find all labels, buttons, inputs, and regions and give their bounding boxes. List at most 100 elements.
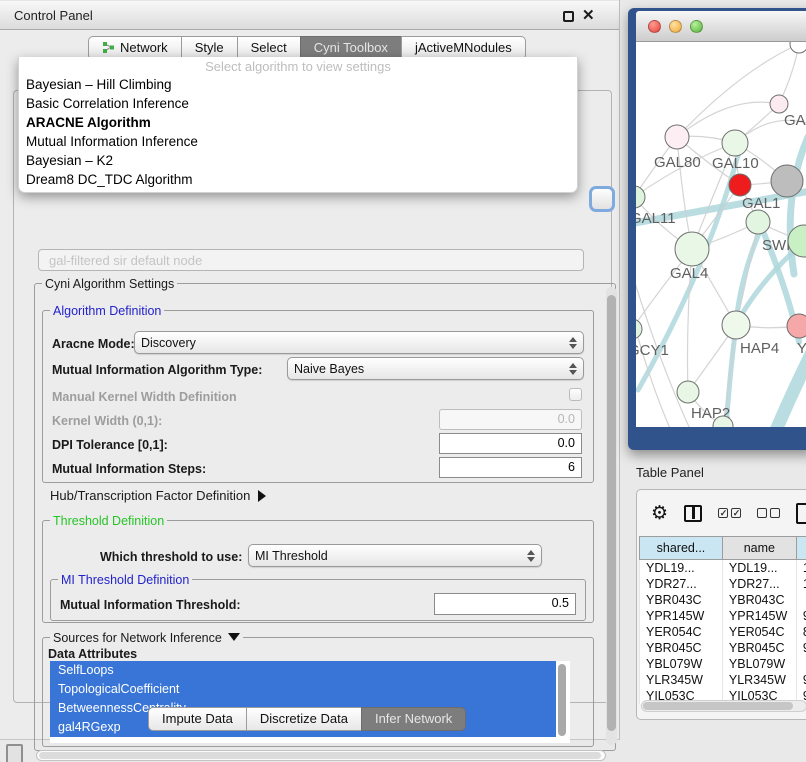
manual-kernel-width-checkbox[interactable]	[569, 388, 582, 401]
scrollbar-thumb[interactable]	[643, 702, 793, 710]
network-node-hap4[interactable]	[722, 311, 750, 339]
column-header[interactable]: shared...	[640, 537, 723, 560]
algorithm-option[interactable]: Basic Correlation Inference	[19, 94, 577, 113]
table-cell[interactable]: YLR345W	[640, 672, 723, 688]
network-source-combo[interactable]: gal-filtered sir default node	[38, 249, 584, 271]
table-row[interactable]: YBR045CYBR045C9.	[640, 640, 806, 656]
table-cell[interactable]: YBR043C	[640, 592, 723, 608]
table-cell[interactable]: YBR045C	[640, 640, 723, 656]
scrollbar-thumb[interactable]	[39, 752, 601, 759]
column-header[interactable]: A	[796, 537, 806, 560]
table-row[interactable]: YPR145WYPR145W9.	[640, 608, 806, 624]
aracne-mode-select[interactable]: Discovery	[134, 331, 584, 354]
float-window-icon[interactable]	[563, 11, 574, 22]
minimized-panel-icon[interactable]	[6, 744, 23, 762]
table-cell[interactable]: YER054C	[722, 624, 796, 640]
network-node-gal4[interactable]	[675, 232, 709, 266]
manual-kernel-width-label: Manual Kernel Width Definition	[52, 390, 237, 404]
control-panel-titlebar[interactable]: Control Panel ✕	[0, 0, 619, 30]
network-node-gcy1[interactable]	[636, 319, 642, 339]
table-row[interactable]: YDL19...YDL19...13	[640, 560, 806, 577]
mi-threshold-input[interactable]: 0.5	[434, 593, 576, 615]
scrollbar-thumb[interactable]	[607, 295, 616, 731]
select-all-icon[interactable]: ✓✓	[718, 508, 741, 518]
minimize-traffic-light-icon[interactable]	[669, 20, 682, 33]
attribute-list-item[interactable]: TopologicalCoefficient	[50, 680, 556, 699]
table-horizontal-scrollbar[interactable]	[641, 700, 806, 712]
network-node[interactable]	[771, 165, 803, 197]
settings-horizontal-scrollbar[interactable]	[36, 750, 606, 761]
table-cell[interactable]: 13	[796, 560, 806, 577]
column-browser-icon[interactable]	[684, 505, 702, 522]
export-table-icon[interactable]	[796, 503, 806, 524]
subtab-impute-data[interactable]: Impute Data	[148, 707, 247, 731]
network-node-swi4[interactable]	[746, 210, 770, 234]
column-header[interactable]: name	[722, 537, 796, 560]
table-cell[interactable]	[796, 656, 806, 672]
table-cell[interactable]: YBL079W	[722, 656, 796, 672]
network-node-gal80[interactable]	[665, 125, 689, 149]
network-node-hap2[interactable]	[677, 381, 699, 403]
table-row[interactable]: YLR345WYLR345W9.	[640, 672, 806, 688]
algorithm-option[interactable]: Bayesian – Hill Climbing	[19, 75, 577, 94]
table-row[interactable]: YBR043CYBR043C	[640, 592, 806, 608]
close-icon[interactable]: ✕	[582, 6, 595, 24]
subtab-infer-network[interactable]: Infer Network	[361, 707, 466, 731]
node-label: HAP4	[740, 340, 779, 357]
list-scrollbar[interactable]	[558, 664, 566, 736]
table-cell[interactable]: YPR145W	[722, 608, 796, 624]
table-row[interactable]: YDR27...YDR27...12	[640, 576, 806, 592]
hub-definition-toggle[interactable]: Hub/Transcription Factor Definition	[50, 488, 266, 503]
which-threshold-value: MI Threshold	[255, 549, 328, 563]
mi-algorithm-type-select[interactable]: Naive Bayes	[287, 357, 584, 380]
network-window-titlebar[interactable]	[636, 11, 806, 42]
network-node-gal10[interactable]	[722, 130, 748, 156]
table-cell[interactable]: YDR27...	[640, 576, 723, 592]
network-node-y[interactable]	[787, 314, 806, 338]
network-edge[interactable]	[677, 44, 799, 137]
which-threshold-select[interactable]: MI Threshold	[248, 544, 542, 567]
network-node[interactable]	[790, 42, 806, 53]
table-cell[interactable]: YLR345W	[722, 672, 796, 688]
network-node-gal[interactable]	[770, 95, 788, 113]
table-cell[interactable]: YBL079W	[640, 656, 723, 672]
table-cell[interactable]: 8.	[796, 624, 806, 640]
table-row[interactable]: YBL079WYBL079W	[640, 656, 806, 672]
zoom-traffic-light-icon[interactable]	[690, 20, 703, 33]
table-cell[interactable]	[796, 592, 806, 608]
algorithm-option[interactable]: ARACNE Algorithm	[19, 113, 577, 132]
node-attribute-table[interactable]: shared...nameA YDL19...YDL19...13YDR27..…	[639, 536, 806, 704]
network-edge[interactable]	[736, 226, 762, 326]
table-cell[interactable]: YER054C	[640, 624, 723, 640]
algorithm-option[interactable]: Mutual Information Inference	[19, 132, 577, 151]
algorithm-option[interactable]: Bayesian – K2	[19, 151, 577, 170]
table-cell[interactable]: YBR045C	[722, 640, 796, 656]
data-attributes-label: Data Attributes	[48, 647, 137, 661]
table-cell[interactable]: YPR145W	[640, 608, 723, 624]
sources-title[interactable]: Sources for Network Inference	[50, 631, 243, 645]
table-cell[interactable]: 9.	[796, 640, 806, 656]
network-node-gal1[interactable]	[729, 174, 751, 196]
aracne-mode-label: Aracne Mode:	[52, 337, 135, 351]
mi-steps-input[interactable]: 6	[439, 457, 582, 478]
gear-icon[interactable]: ⚙	[651, 502, 668, 524]
close-traffic-light-icon[interactable]	[648, 20, 661, 33]
subtab-discretize-data[interactable]: Discretize Data	[246, 707, 362, 731]
dpi-tolerance-input[interactable]: 0.0	[439, 433, 582, 454]
table-row[interactable]: YER054CYER054C8.	[640, 624, 806, 640]
network-node-gal11[interactable]	[636, 186, 645, 208]
table-cell[interactable]: YBR043C	[722, 592, 796, 608]
attribute-list-item[interactable]: SelfLoops	[50, 661, 556, 680]
which-threshold-label: Which threshold to use:	[100, 550, 242, 564]
table-cell[interactable]: YDL19...	[722, 560, 796, 577]
settings-vertical-scrollbar[interactable]	[606, 287, 617, 745]
algorithm-option[interactable]: Dream8 DC_TDC Algorithm	[19, 170, 577, 189]
table-cell[interactable]: YDL19...	[640, 560, 723, 577]
network-canvas[interactable]: GALGAL80GAL10GAL1GAL11SWI4GAL4GCY1HAP4YH…	[636, 42, 806, 427]
deselect-all-icon[interactable]	[757, 508, 780, 518]
table-cell[interactable]: 9.	[796, 608, 806, 624]
table-cell[interactable]: YDR27...	[722, 576, 796, 592]
table-panel-title: Table Panel	[636, 465, 704, 480]
table-cell[interactable]: 12	[796, 576, 806, 592]
table-cell[interactable]: 9.	[796, 672, 806, 688]
